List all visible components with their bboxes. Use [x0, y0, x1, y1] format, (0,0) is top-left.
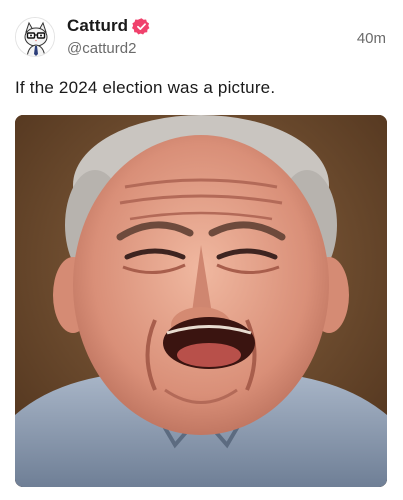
- verified-badge-icon: [132, 17, 151, 36]
- post-card[interactable]: Catturd @catturd2 40m If the 2024 electi…: [0, 0, 403, 500]
- author-name-row: Catturd: [67, 15, 151, 37]
- post-media-photo[interactable]: [15, 115, 387, 487]
- post-text: If the 2024 election was a picture.: [15, 78, 276, 97]
- cat-avatar-icon: [16, 18, 54, 56]
- author-avatar[interactable]: [15, 17, 55, 57]
- author-display-name[interactable]: Catturd: [67, 16, 128, 36]
- author-handle[interactable]: @catturd2: [67, 40, 136, 57]
- crying-man-photo: [15, 115, 387, 487]
- post-timestamp[interactable]: 40m: [357, 30, 386, 47]
